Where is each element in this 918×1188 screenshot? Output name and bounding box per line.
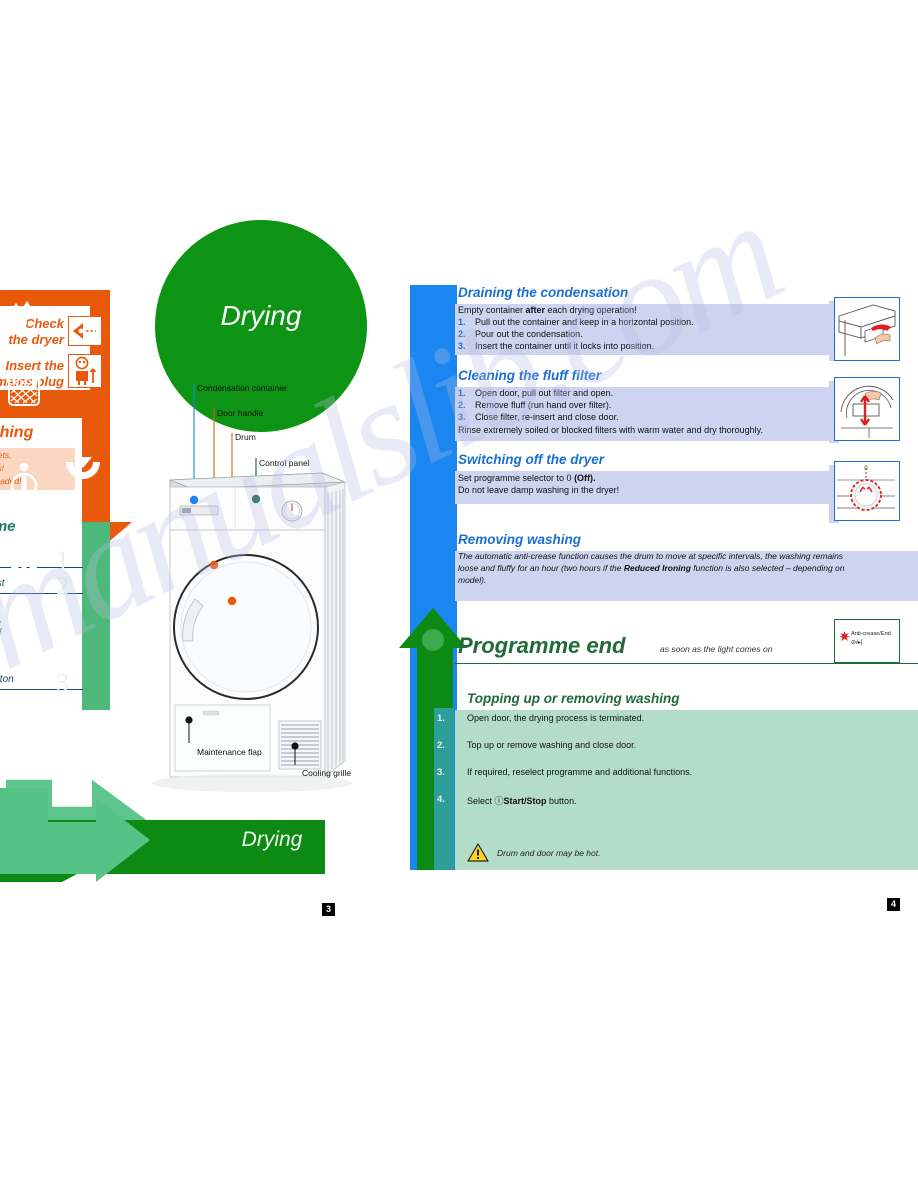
fluff-num-2: 2. [458,400,466,410]
callout-dot-door-handle [209,560,219,570]
callout-label-cooling-grille: Cooling grille [302,768,352,778]
section-title-removing-washing: Removing washing [458,532,582,547]
section-title-draining: Draining the condensation [458,285,629,300]
drying-badge-label: Drying [220,300,302,331]
water-drops-icon [0,300,47,330]
left-mains-plug-line1: Insert the [5,358,64,373]
draining-item-1: Pull out the container and keep in a hor… [475,317,694,327]
page-number-3: 3 [322,903,335,916]
anti-crease-label: Anti-crease/End [851,631,891,637]
start-stop-label: Start/Stop [503,796,547,806]
anti-crease-sublabel: ⊘/▸| [851,640,863,646]
topping-up-item-1: Open door, the drying process is termina… [467,713,645,723]
left-rule-2 [0,593,83,594]
topping-up-num-2: 2. [437,740,445,751]
topping-up-warning-text: Drum and door may be hot. [497,848,601,858]
removing-washing-para-1: The automatic anti-crease function cause… [458,551,844,561]
up-arrow-icon [0,545,47,581]
fluff-num-1: 1. [458,388,466,398]
switching-off-line-1: Set programme selector to 0 (Off). [458,473,596,483]
callout-dot-drum [227,596,237,606]
draining-num-3: 3. [458,341,466,351]
callout-label-door-handle: Door handle [217,408,264,418]
left-heading-washing: e washing [0,424,34,441]
right-page: Draining the condensation Empty containe… [437,285,918,911]
callout-label-control-panel: Control panel [259,458,310,468]
topping-up-num-1: 1. [437,713,445,724]
info-icon [0,462,47,502]
draining-item-2: Pour out the condensation. [475,329,583,339]
draining-item-3: Insert the container until it locks into… [475,341,655,351]
programme-end-rule [455,663,918,665]
topping-up-teal-strip [434,708,454,870]
left-check-dryer-line2: the dryer [8,332,64,347]
removing-washing-para-2b: Reduced Ironing [623,563,691,573]
removing-washing-para-3: model). [458,575,487,585]
fluff-num-3: 3. [458,412,466,422]
programme-end-subtitle: as soon as the light comes on [660,644,773,654]
programme-end-title: Programme end [458,633,626,658]
fluff-item-3: Close filter, re-insert and close door. [475,412,619,422]
section-title-fluff-filter: Cleaning the fluff filter [458,368,602,383]
switching-off-line-2: Do not leave damp washing in the dryer! [458,485,620,495]
topping-up-item-4-pre: Select [467,796,495,806]
pull-out-container-thumbnail [834,297,900,361]
manual-spread-page: manualslib.com ...ation see page 2 Check… [0,0,918,1188]
page-number-4: 4 [887,898,900,911]
topping-up-num-4: 4. [437,794,445,805]
left-heading-programme: ogramme [0,518,16,535]
fluff-filter-thumbnail [834,377,900,441]
draining-intro: Empty container after each drying operat… [458,305,637,315]
left-step-number-2: 2 [56,572,69,601]
topping-up-num-3: 3. [437,767,445,778]
center-page: Drying Condensation container Door handl… [0,220,410,916]
draining-intro-plain: Empty container [458,305,526,315]
topping-up-item-2: Top up or remove washing and close door. [467,740,637,750]
topping-up-item-3: If required, reselect programme and addi… [467,767,693,777]
callout-dot-condensation-container [189,495,199,505]
down-arrow-icon [66,446,100,479]
programme-selector-thumbnail: 0 [834,461,900,521]
fluff-item-1: Open door, pull out filter and open. [475,388,614,398]
draining-intro-rest: each drying operation! [545,305,637,315]
callout-label-drum: Drum [235,432,256,442]
section-title-topping-up: Topping up or removing washing [467,691,680,706]
switching-off-line1-plain: Set programme selector to 0 [458,473,575,483]
red-star-icon [839,631,850,641]
left-rule-3 [0,689,83,690]
callout-label-maintenance-flap: Maintenance flap [197,747,262,757]
left-step-number-3: 3 [56,668,69,697]
drying-footer-label: Drying [241,828,303,851]
mesh-filter-icon [0,375,47,407]
warning-triangle-icon [467,843,489,862]
left-warn-1: out of the pockets, [0,450,12,460]
check-dryer-icon [68,316,102,346]
topping-up-item-4: Select ⓘStart/Stop button. [467,794,577,807]
left-note-2: e tap is adequate! [0,627,2,636]
tumble-dryer-illustration [152,383,352,792]
callout-label-condensation-container: Condensation container [197,383,287,393]
draining-num-1: 1. [458,317,466,327]
left-step3-text: Start button [0,674,14,685]
section-title-switching-off: Switching off the dryer [458,452,605,467]
fluff-footer: Rinse extremely soiled or blocked filter… [458,425,763,435]
left-note-1: ons are sensitive, [0,615,3,624]
callout-dot-control-panel [251,494,261,504]
topping-up-item-4-post: button. [546,796,577,806]
removing-washing-para-2a: loose and fluffy for an hour (two hours … [458,563,624,573]
mains-plug-icon [68,354,102,388]
fluff-item-2: Remove fluff (run hand over filter). [475,400,612,410]
draining-intro-bold: after [525,305,546,315]
anti-crease-end-badge: Anti-crease/End ⊘/▸| [834,619,900,663]
section-body-topping-up [455,710,918,870]
removing-washing-para-2: loose and fluffy for an hour (two hours … [458,563,845,573]
svg-text:0: 0 [864,466,868,472]
start-stop-symbol-icon: ⓘ [494,796,504,806]
switching-off-line1-bold: (Off). [574,473,596,483]
draining-num-2: 2. [458,329,466,339]
removing-washing-para-2c: function is also selected – depending on [690,563,845,573]
